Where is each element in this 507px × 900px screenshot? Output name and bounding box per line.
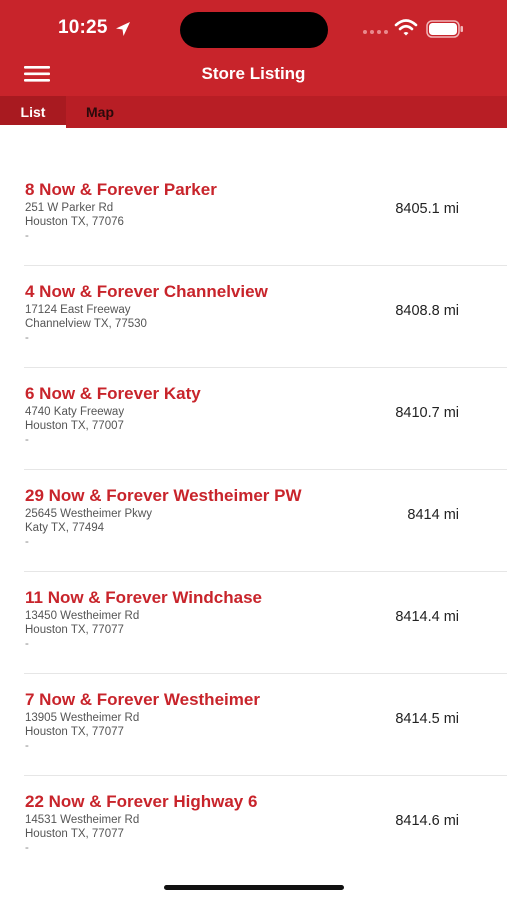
- store-list-item[interactable]: 29 Now & Forever Westheimer PW 25645 Wes…: [0, 434, 507, 572]
- wifi-icon: [394, 19, 418, 36]
- store-name: 29 Now & Forever Westheimer PW: [25, 486, 302, 505]
- home-indicator[interactable]: [164, 885, 344, 890]
- store-address-line1: 14531 Westheimer Rd: [25, 814, 140, 826]
- store-list-item[interactable]: 6 Now & Forever Katy 4740 Katy Freeway H…: [0, 332, 507, 470]
- store-distance: 8414.6 mi: [395, 813, 459, 829]
- store-address-line1: 17124 East Freeway: [25, 304, 131, 316]
- store-address-line1: 13450 Westheimer Rd: [25, 610, 140, 622]
- location-arrow-icon: [116, 22, 130, 36]
- status-bar: 10:25: [0, 0, 507, 56]
- store-address-line2: Channelview TX, 77530: [25, 318, 147, 330]
- store-list-item[interactable]: 8 Now & Forever Parker 251 W Parker Rd H…: [0, 128, 507, 266]
- store-list-item[interactable]: 7 Now & Forever Westheimer 13905 Westhei…: [0, 638, 507, 776]
- store-distance: 8410.7 mi: [395, 405, 459, 421]
- store-address-line3: -: [25, 842, 29, 854]
- store-list-item[interactable]: 4 Now & Forever Channelview 17124 East F…: [0, 230, 507, 368]
- store-name: 4 Now & Forever Channelview: [25, 282, 268, 301]
- store-name: 11 Now & Forever Windchase: [25, 588, 262, 607]
- store-distance: 8408.8 mi: [395, 303, 459, 319]
- store-address-line2: Katy TX, 77494: [25, 522, 105, 534]
- store-address-line2: Houston TX, 77076: [25, 216, 124, 228]
- store-name: 22 Now & Forever Highway 6: [25, 792, 258, 811]
- tab-bar: List Map: [0, 96, 507, 128]
- store-address-line1: 25645 Westheimer Pkwy: [25, 508, 152, 520]
- store-name: 7 Now & Forever Westheimer: [25, 690, 260, 709]
- store-address-line1: 4740 Katy Freeway: [25, 406, 125, 418]
- tab-map-label: Map: [86, 104, 114, 120]
- dynamic-island: [180, 12, 328, 48]
- status-time: 10:25: [58, 17, 108, 38]
- page-title: Store Listing: [201, 64, 306, 83]
- cellular-signal-icon: [363, 30, 388, 34]
- battery-icon: [426, 20, 463, 38]
- store-address-line2: Houston TX, 77077: [25, 828, 124, 840]
- store-address-line2: Houston TX, 77077: [25, 726, 124, 738]
- store-name: 6 Now & Forever Katy: [25, 384, 201, 403]
- store-address-line1: 251 W Parker Rd: [25, 202, 114, 214]
- app-header: 10:25 Store Listing List Map: [0, 0, 507, 128]
- tab-map[interactable]: Map: [66, 96, 134, 128]
- tab-list-label: List: [20, 104, 46, 120]
- store-distance: 8414 mi: [407, 507, 459, 523]
- store-list-item[interactable]: 11 Now & Forever Windchase 13450 Westhei…: [0, 536, 507, 674]
- store-address-line1: 13905 Westheimer Rd: [25, 712, 140, 724]
- tab-list[interactable]: List: [0, 96, 66, 128]
- store-list-item[interactable]: 22 Now & Forever Highway 6 14531 Westhei…: [0, 740, 507, 854]
- store-distance: 8414.5 mi: [395, 711, 459, 727]
- store-distance: 8414.4 mi: [395, 609, 459, 625]
- store-distance: 8405.1 mi: [395, 201, 459, 217]
- store-address-line2: Houston TX, 77007: [25, 420, 124, 432]
- store-address-line2: Houston TX, 77077: [25, 624, 124, 636]
- store-name: 8 Now & Forever Parker: [25, 180, 217, 199]
